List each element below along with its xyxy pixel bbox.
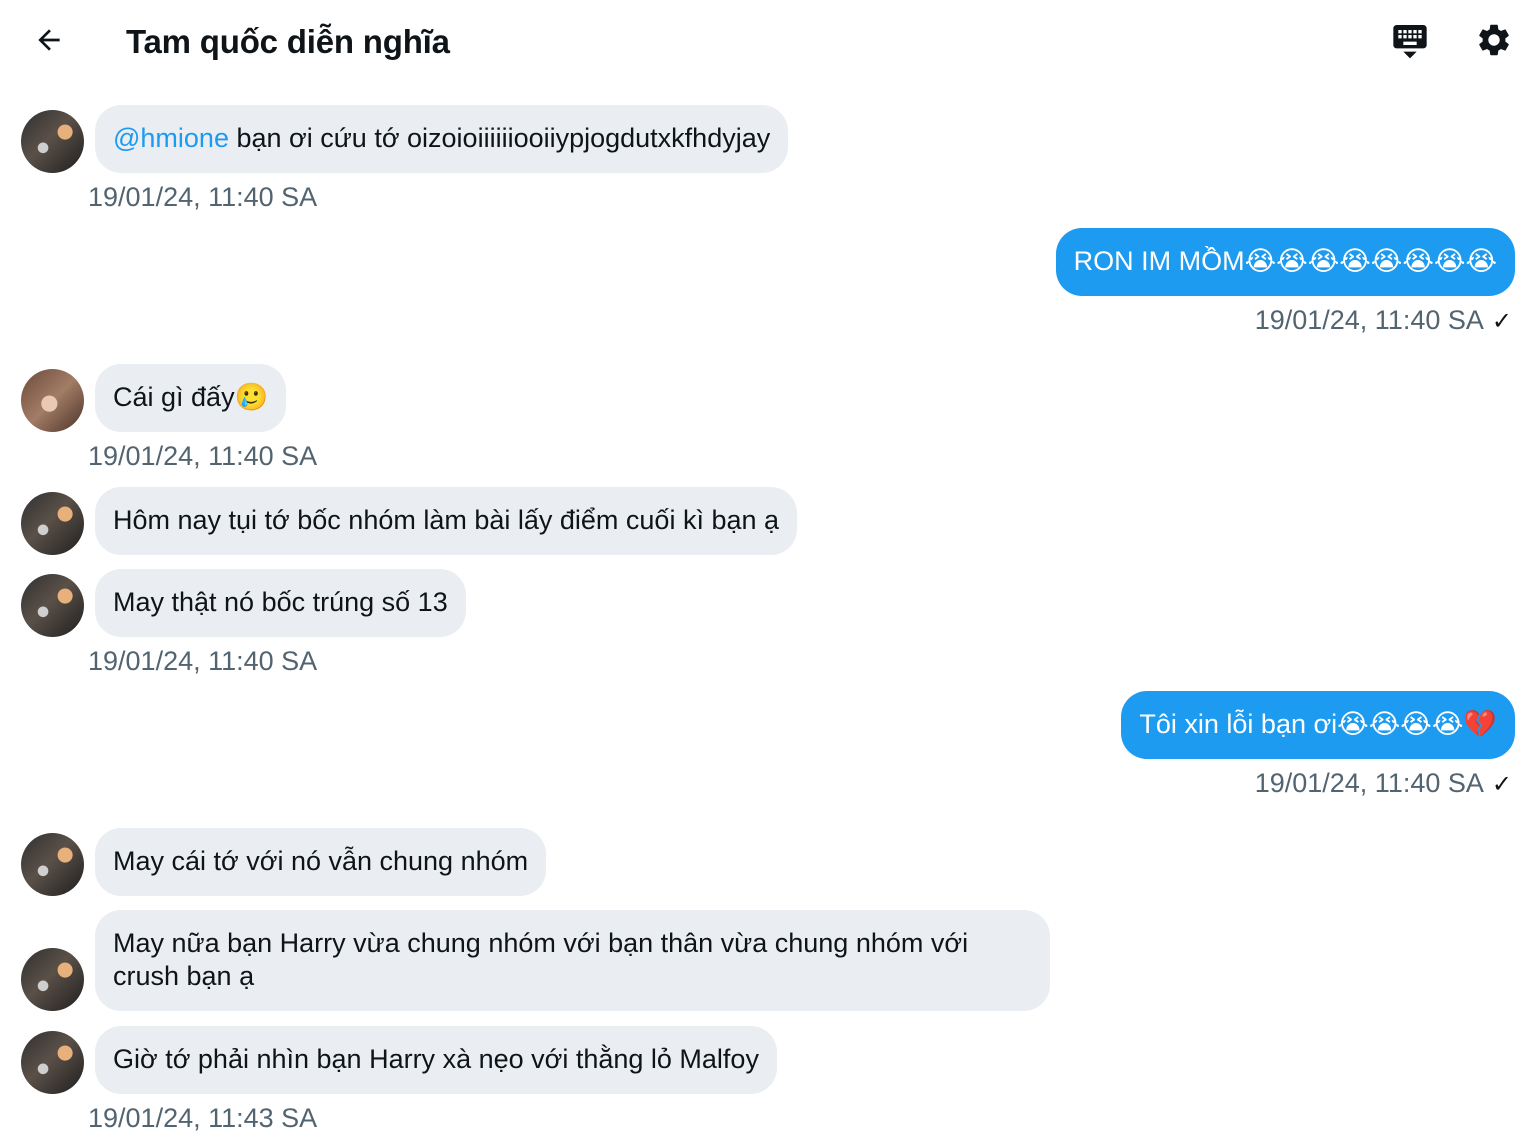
message-bubble-incoming[interactable]: May cái tớ với nó vẫn chung nhóm [95, 828, 547, 896]
message-bubble-incoming[interactable]: May thật nó bốc trúng số 13 [95, 569, 466, 637]
message-bubble-incoming[interactable]: Hôm nay tụi tớ bốc nhóm làm bài lấy điểm… [95, 487, 798, 555]
message-timestamp: 19/01/24, 11:40 SA [1254, 305, 1484, 335]
settings-button[interactable] [1472, 20, 1516, 64]
mention-link[interactable]: @hmione [113, 123, 229, 153]
message-bubble-incoming[interactable]: @hmione bạn ơi cứu tớ oizoioiiiiiiooiiyp… [95, 105, 789, 173]
message-text: Hôm nay tụi tớ bốc nhóm làm bài lấy điểm… [113, 505, 780, 535]
message-timestamp-row: 19/01/24, 11:40 SA ✓ [1255, 303, 1512, 339]
avatar[interactable] [21, 574, 84, 637]
avatar[interactable] [21, 833, 84, 896]
message-bubble-outgoing[interactable]: RON IM MỒM😭😭😭😭😭😭😭😭 [1055, 228, 1515, 296]
keyboard-icon [1390, 20, 1430, 65]
avatar[interactable] [21, 110, 84, 173]
message-timestamp: 19/01/24, 11:40 SA [1254, 768, 1484, 798]
message-bubble-incoming[interactable]: May nữa bạn Harry vừa chung nhóm với bạn… [95, 910, 1050, 1011]
sent-check-icon: ✓ [1491, 308, 1512, 335]
message-text: bạn ơi cứu tớ oizoioiiiiiiooiiypjogdutxk… [228, 123, 771, 153]
arrow-left-icon [33, 24, 65, 61]
conversation-header: Tam quốc diễn nghĩa [0, 0, 1536, 84]
message-timestamp: 19/01/24, 11:43 SA [88, 1103, 318, 1133]
avatar[interactable] [21, 1031, 84, 1094]
message-text: May cái tớ với nó vẫn chung nhóm [113, 846, 529, 876]
message-bubble-outgoing[interactable]: Tôi xin lỗi bạn ơi😭😭😭😭💔 [1121, 691, 1515, 759]
conversation-title: Tam quốc diễn nghĩa [126, 23, 450, 60]
message-text: Cái gì đấy🥲 [113, 382, 269, 412]
message-text: RON IM MỒM😭😭😭😭😭😭😭😭 [1073, 246, 1497, 276]
sent-check-icon: ✓ [1491, 771, 1512, 798]
message-text: Tôi xin lỗi bạn ơi😭😭😭😭💔 [1139, 709, 1497, 739]
message-timestamp: 19/01/24, 11:40 SA [88, 441, 318, 471]
avatar[interactable] [21, 948, 84, 1011]
avatar[interactable] [21, 369, 84, 432]
keyboard-button[interactable] [1388, 20, 1432, 64]
back-button[interactable] [28, 22, 70, 62]
message-text: May nữa bạn Harry vừa chung nhóm với bạn… [113, 928, 969, 991]
message-text: Giờ tớ phải nhìn bạn Harry xà nẹo với th… [113, 1044, 759, 1074]
message-bubble-incoming[interactable]: Giờ tớ phải nhìn bạn Harry xà nẹo với th… [95, 1026, 777, 1094]
gear-icon [1475, 21, 1513, 64]
avatar[interactable] [21, 492, 84, 555]
message-timestamp: 19/01/24, 11:40 SA [88, 646, 318, 676]
message-timestamp: 19/01/24, 11:40 SA [88, 182, 318, 212]
message-text: May thật nó bốc trúng số 13 [113, 587, 448, 617]
message-bubble-incoming[interactable]: Cái gì đấy🥲 [95, 364, 287, 432]
message-timestamp-row: 19/01/24, 11:40 SA ✓ [1255, 766, 1512, 802]
